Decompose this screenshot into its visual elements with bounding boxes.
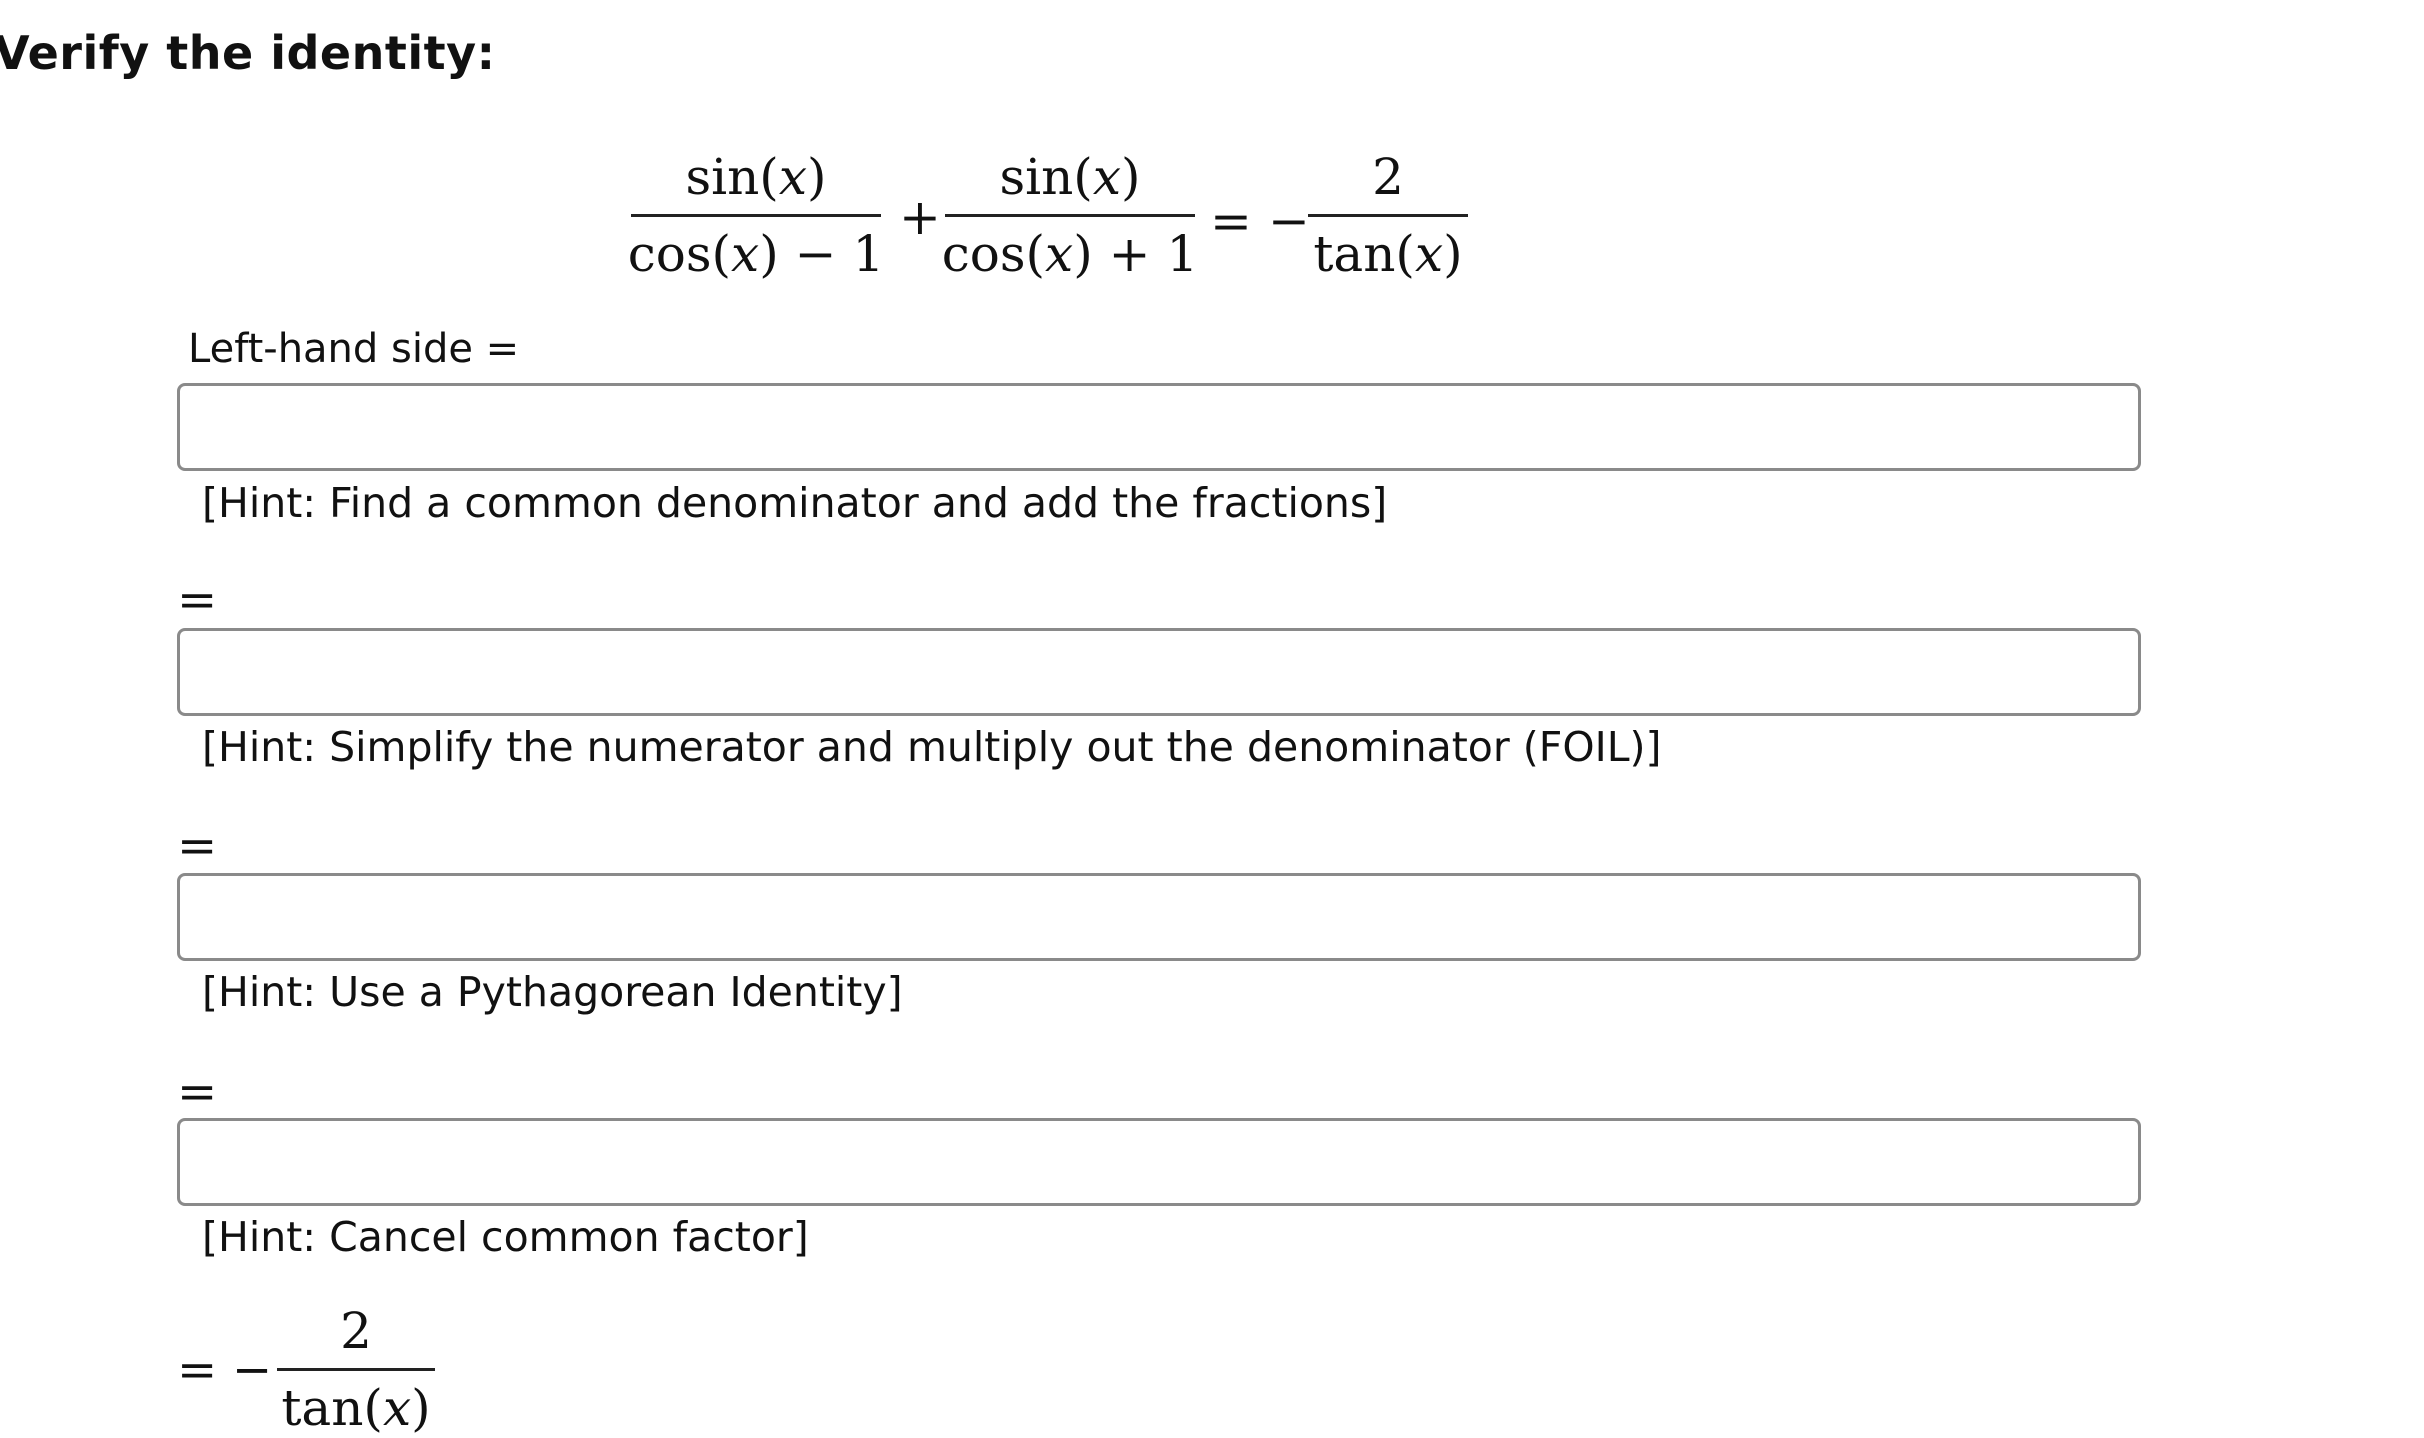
step-1-answer-input[interactable] [177, 383, 2141, 471]
step-2-answer-input[interactable] [177, 628, 2141, 716]
step-4-hint: [Hint: Cancel common factor] [202, 1213, 809, 1261]
step-2-hint: [Hint: Simplify the numerator and multip… [202, 723, 1662, 771]
equals-sign: = [1210, 192, 1252, 250]
plus-sign: + [899, 188, 941, 246]
step-2-equals-sign: = [177, 572, 218, 628]
step-1-hint: [Hint: Find a common denominator and add… [202, 479, 1388, 527]
rhs-fraction: 2 tan(x) [1308, 152, 1468, 279]
lhs-fraction-2: sin(x) cos(x) + 1 [942, 148, 1198, 279]
final-fraction: 2 tan(x) [277, 1306, 435, 1433]
final-fraction-denominator: tan(x) [281, 1379, 431, 1437]
lhs-fraction-2-numerator: sin(x) [999, 148, 1141, 206]
final-fraction-numerator: 2 [340, 1302, 372, 1360]
lhs-fraction-1-denominator: cos(x) − 1 [627, 225, 885, 283]
page: Verify the identity: sin(x) cos(x) − 1 +… [0, 0, 2424, 1438]
step-3-hint: [Hint: Use a Pythagorean Identity] [202, 968, 903, 1016]
final-equals-sign: = [177, 1342, 218, 1398]
minus-sign: − [1268, 192, 1310, 250]
page-title: Verify the identity: [0, 26, 496, 80]
step-3-equals-sign: = [177, 818, 218, 874]
lhs-fraction-1: sin(x) cos(x) − 1 [628, 148, 884, 279]
rhs-fraction-numerator: 2 [1372, 148, 1404, 206]
lhs-fraction-1-numerator: sin(x) [685, 148, 827, 206]
final-minus-sign: − [232, 1342, 273, 1398]
step-3-answer-input[interactable] [177, 873, 2141, 961]
step-4-equals-sign: = [177, 1064, 218, 1120]
step-4-answer-input[interactable] [177, 1118, 2141, 1206]
rhs-fraction-denominator: tan(x) [1313, 225, 1463, 283]
lhs-fraction-2-denominator: cos(x) + 1 [941, 225, 1199, 283]
lhs-label: Left-hand side = [188, 326, 520, 372]
